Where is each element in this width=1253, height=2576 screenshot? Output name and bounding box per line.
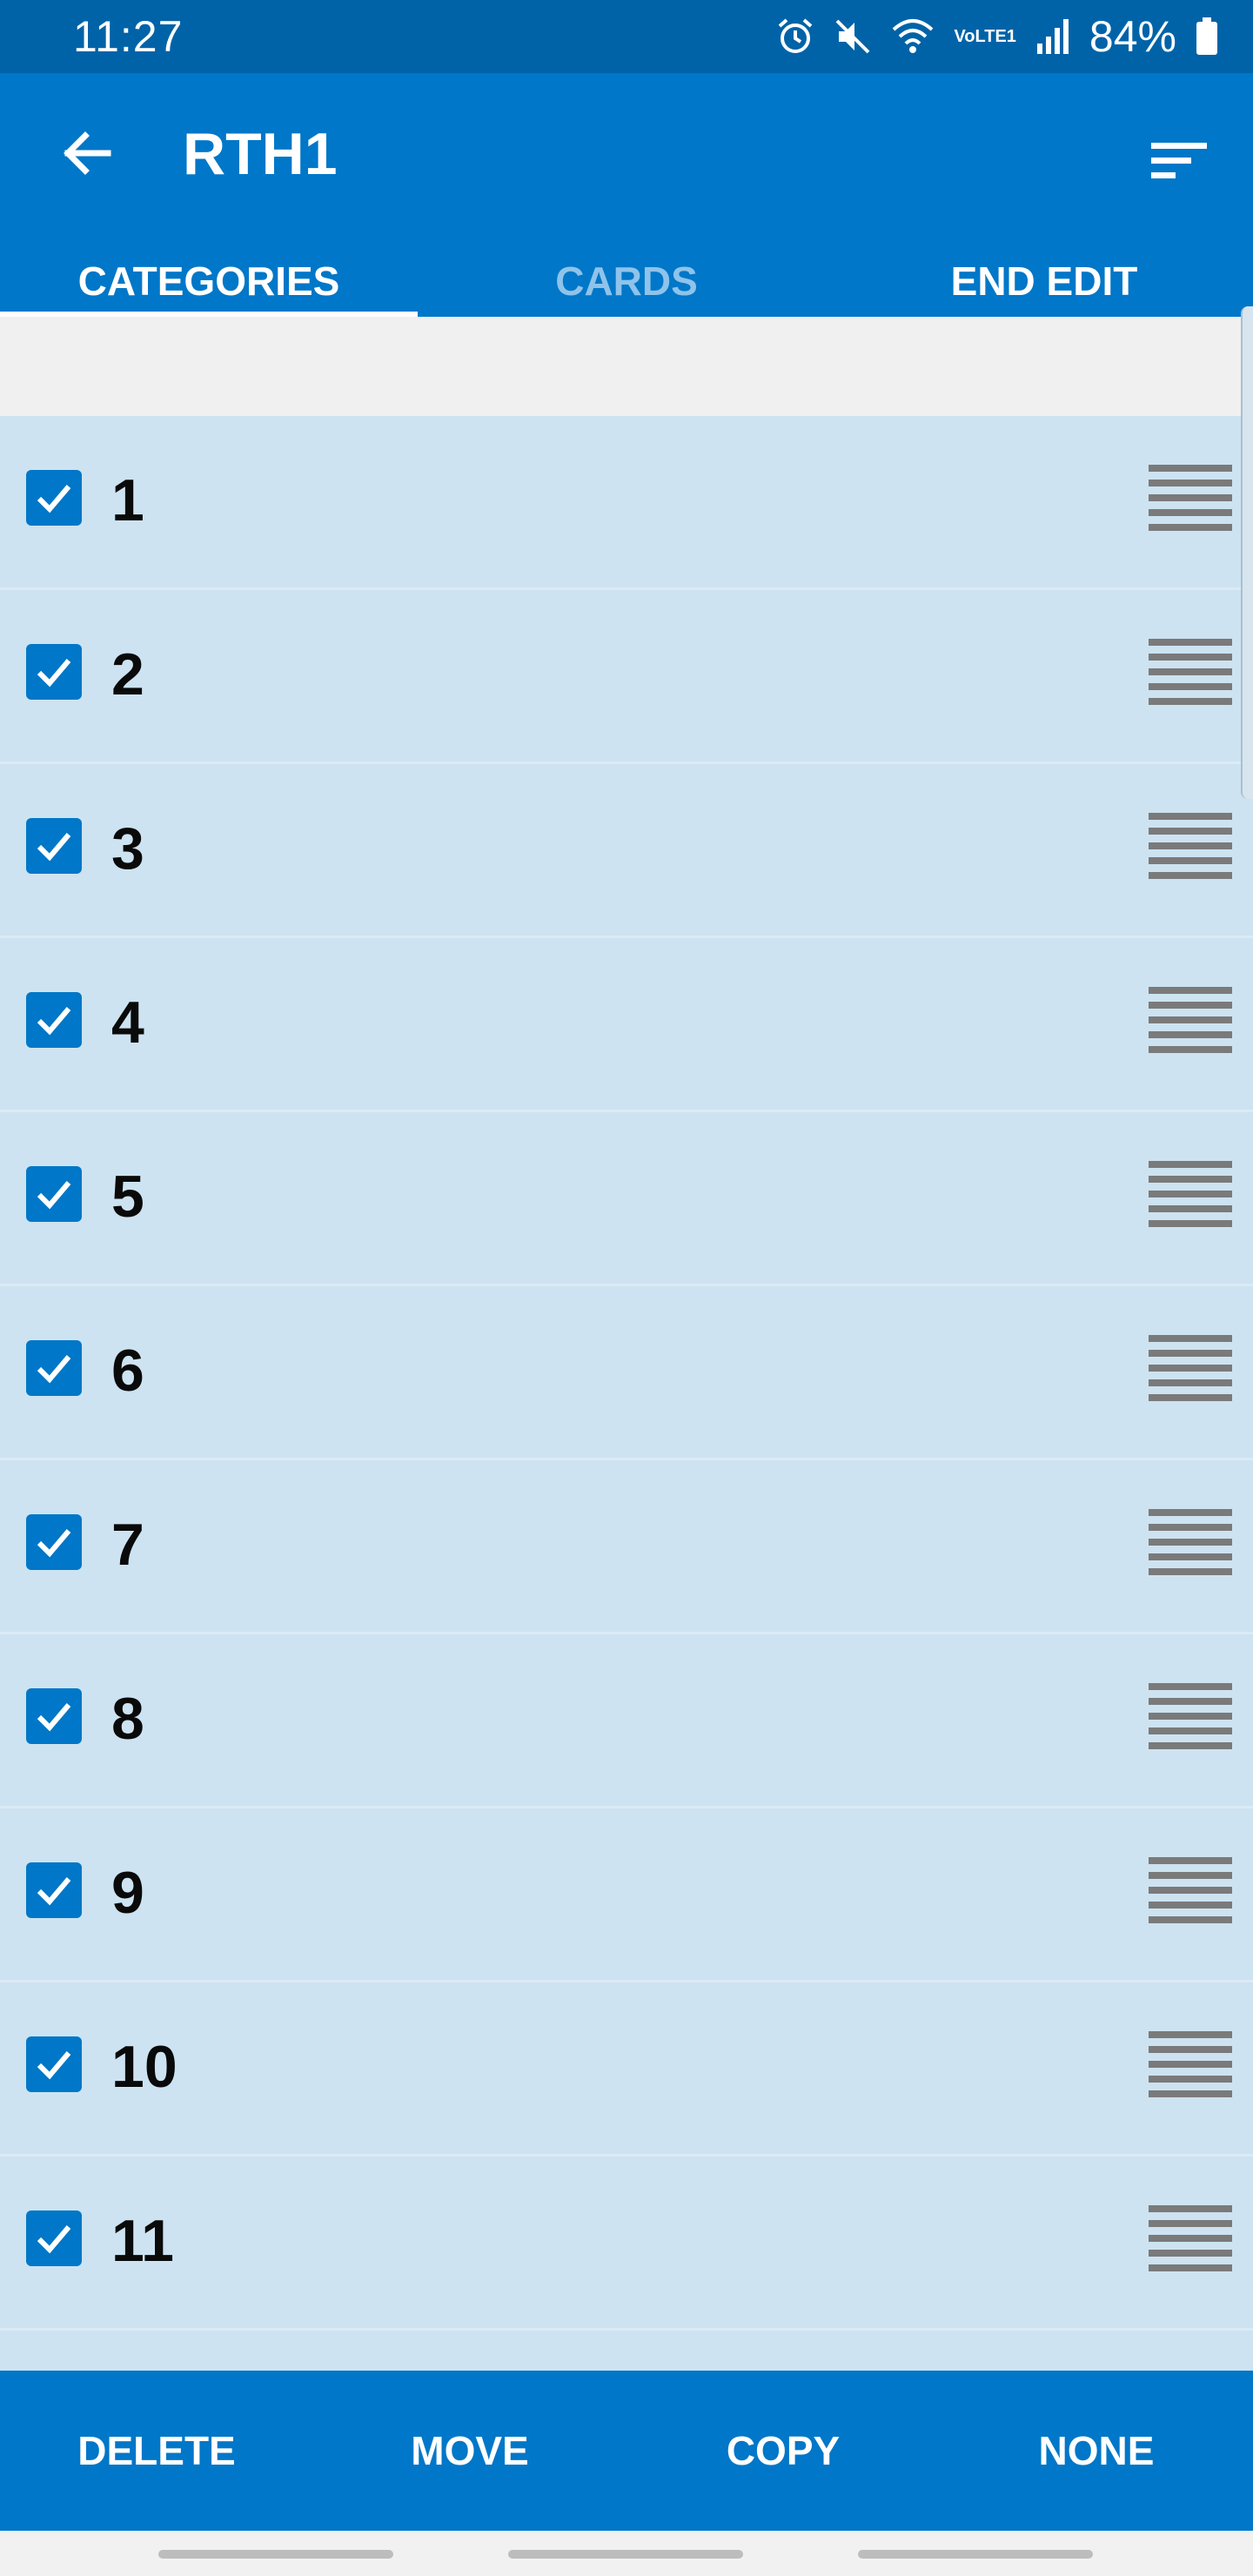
check-icon: [37, 1355, 71, 1384]
back-button[interactable]: [50, 117, 124, 190]
list-item[interactable]: 8: [0, 1634, 1253, 1808]
check-icon: [37, 833, 71, 862]
nav-recents-pill[interactable]: [158, 2550, 393, 2559]
tab-cards[interactable]: CARDS: [418, 238, 835, 317]
item-checkbox[interactable]: [26, 644, 82, 700]
delete-button[interactable]: DELETE: [0, 2371, 313, 2531]
item-checkbox[interactable]: [26, 2210, 82, 2266]
list-item[interactable]: 9: [0, 1808, 1253, 1982]
tab-categories[interactable]: CATEGORIES: [0, 238, 418, 317]
item-label: 10: [111, 2034, 178, 2100]
system-nav-bar: [0, 2531, 1253, 2576]
item-checkbox[interactable]: [26, 1862, 82, 1918]
check-icon: [37, 1703, 71, 1732]
item-checkbox[interactable]: [26, 470, 82, 526]
drag-handle-icon[interactable]: [1149, 2031, 1232, 2097]
toolbar: RTH1: [0, 73, 1253, 238]
scrollbar[interactable]: [1241, 306, 1253, 799]
item-label: 9: [111, 1860, 144, 1926]
item-checkbox[interactable]: [26, 1688, 82, 1744]
check-icon: [37, 1007, 71, 1036]
tab-label: END EDIT: [950, 258, 1138, 304]
alarm-icon: [779, 18, 813, 53]
status-bar: 11:27 VoLTE1 84%: [0, 0, 1253, 73]
drag-handle-icon[interactable]: [1149, 987, 1232, 1053]
drag-handle-icon[interactable]: [1149, 1857, 1232, 1923]
select-none-button[interactable]: NONE: [940, 2371, 1253, 2531]
check-icon: [37, 1529, 71, 1558]
sort-icon: [1151, 143, 1207, 178]
item-label: 1: [111, 467, 144, 533]
check-icon: [37, 659, 71, 688]
drag-handle-icon[interactable]: [1149, 1161, 1232, 1227]
item-checkbox[interactable]: [26, 1166, 82, 1222]
tab-label: CARDS: [555, 258, 698, 304]
tab-end-edit[interactable]: END EDIT: [835, 238, 1253, 317]
list-item[interactable]: 3: [0, 764, 1253, 938]
nav-back-pill[interactable]: [858, 2550, 1093, 2559]
item-label: 8: [111, 1686, 144, 1752]
list-item[interactable]: 1: [0, 416, 1253, 590]
drag-handle-icon[interactable]: [1149, 2205, 1232, 2271]
status-time: 11:27: [73, 12, 184, 61]
tab-label: CATEGORIES: [77, 258, 340, 304]
move-button[interactable]: MOVE: [313, 2371, 626, 2531]
item-label: 6: [111, 1338, 144, 1404]
list-item[interactable]: 4: [0, 938, 1253, 1112]
app-bar: RTH1 CATEGORIES CARDS END EDIT: [0, 73, 1253, 317]
wifi-icon: [893, 19, 934, 53]
item-checkbox[interactable]: [26, 992, 82, 1048]
check-icon: [37, 1877, 71, 1906]
mute-icon: [836, 19, 870, 54]
item-label: 3: [111, 815, 144, 882]
signal-icon: [1036, 19, 1069, 54]
action-bar: DELETE MOVE COPY NONE: [0, 2371, 1253, 2531]
item-checkbox[interactable]: [26, 818, 82, 874]
category-list: 1 2 3 4 5 6 7 8 9 10 11: [0, 416, 1253, 2371]
item-label: 11: [111, 2208, 174, 2274]
list-item[interactable]: 10: [0, 1982, 1253, 2157]
nav-home-pill[interactable]: [508, 2550, 743, 2559]
battery-icon: [1196, 17, 1217, 55]
item-checkbox[interactable]: [26, 1340, 82, 1396]
item-label: 4: [111, 989, 144, 1056]
drag-handle-icon[interactable]: [1149, 813, 1232, 879]
item-label: 2: [111, 641, 144, 708]
check-icon: [37, 1181, 71, 1210]
sort-button[interactable]: [1140, 122, 1218, 200]
item-label: 5: [111, 1164, 144, 1230]
status-icons: VoLTE1 84%: [776, 11, 1218, 62]
drag-handle-icon[interactable]: [1149, 1509, 1232, 1575]
item-label: 7: [111, 1512, 144, 1578]
battery-percent: 84%: [1089, 12, 1176, 61]
drag-handle-icon[interactable]: [1149, 1683, 1232, 1749]
list-item[interactable]: 7: [0, 1460, 1253, 1634]
tab-bar: CATEGORIES CARDS END EDIT: [0, 238, 1253, 317]
list-item[interactable]: 11: [0, 2157, 1253, 2331]
list-item[interactable]: 2: [0, 590, 1253, 764]
drag-handle-icon[interactable]: [1149, 639, 1232, 705]
list-item[interactable]: 6: [0, 1286, 1253, 1460]
network-type-label: VoLTE1: [954, 27, 1016, 46]
arrow-left-icon: [64, 131, 111, 175]
copy-button[interactable]: COPY: [626, 2371, 940, 2531]
list-item[interactable]: 5: [0, 1112, 1253, 1286]
drag-handle-icon[interactable]: [1149, 465, 1232, 531]
item-checkbox[interactable]: [26, 2036, 82, 2092]
item-checkbox[interactable]: [26, 1514, 82, 1570]
active-tab-indicator: [0, 312, 418, 317]
check-icon: [37, 2051, 71, 2080]
check-icon: [37, 2225, 71, 2254]
check-icon: [37, 485, 71, 513]
page-title: RTH1: [183, 121, 338, 187]
drag-handle-icon[interactable]: [1149, 1335, 1232, 1401]
